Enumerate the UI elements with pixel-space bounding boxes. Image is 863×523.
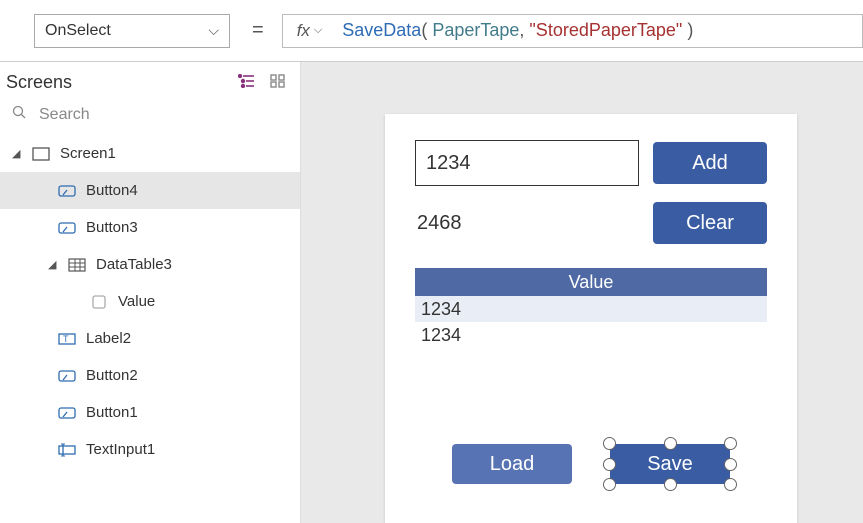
- formula-arg1: PaperTape: [432, 20, 519, 40]
- table-row[interactable]: 1234: [415, 322, 767, 348]
- datatable-icon: [68, 257, 86, 273]
- tree-item-label: Button2: [86, 367, 138, 384]
- tree-item-button1[interactable]: Button1: [0, 394, 300, 431]
- clear-button[interactable]: Clear: [653, 202, 767, 244]
- resize-handle[interactable]: [724, 437, 737, 450]
- button-icon: [58, 368, 76, 384]
- search-icon: [12, 105, 27, 125]
- tree-view-icon[interactable]: [238, 72, 256, 93]
- chevron-down-icon: ⌵: [314, 24, 322, 37]
- resize-handle[interactable]: [603, 437, 616, 450]
- textinput-icon: [58, 442, 76, 458]
- label-icon: T: [58, 331, 76, 347]
- search-input[interactable]: [37, 105, 284, 125]
- fx-icon[interactable]: fx⌵: [283, 21, 329, 41]
- button-icon: [58, 183, 76, 199]
- caret-down-icon: ◢: [48, 258, 58, 271]
- textinput1-control[interactable]: 1234: [415, 140, 639, 186]
- resize-handle[interactable]: [724, 458, 737, 471]
- tree-item-label: Button4: [86, 182, 138, 199]
- formula-function: SaveData: [342, 20, 421, 40]
- property-dropdown[interactable]: OnSelect ⌵: [34, 14, 230, 48]
- tree-item-screen1[interactable]: ◢ Screen1: [0, 135, 300, 172]
- tree-item-textinput1[interactable]: TextInput1: [0, 431, 300, 468]
- tree-item-label: DataTable3: [96, 256, 172, 273]
- tree-item-button3[interactable]: Button3: [0, 209, 300, 246]
- datatable3-control[interactable]: Value 1234 1234: [415, 268, 767, 348]
- svg-text:T: T: [63, 334, 69, 344]
- resize-handle[interactable]: [724, 478, 737, 491]
- panel-title: Screens: [6, 72, 72, 93]
- formula-arg2: "StoredPaperTape": [529, 20, 682, 40]
- caret-down-icon: ◢: [12, 147, 22, 160]
- column-icon: [90, 294, 108, 310]
- selected-control-wrapper[interactable]: Save: [610, 444, 730, 484]
- tree-item-datatable3[interactable]: ◢ DataTable3: [0, 246, 300, 283]
- button-icon: [58, 220, 76, 236]
- textinput1-value: 1234: [426, 152, 471, 175]
- resize-handle[interactable]: [664, 478, 677, 491]
- tree-item-label: TextInput1: [86, 441, 155, 458]
- thumbnail-view-icon[interactable]: [270, 72, 286, 93]
- tree-item-button4[interactable]: Button4: [0, 172, 300, 209]
- formula-bar[interactable]: fx⌵ SaveData( PaperTape, "StoredPaperTap…: [282, 14, 863, 48]
- tree-item-button2[interactable]: Button2: [0, 357, 300, 394]
- load-button[interactable]: Load: [452, 444, 572, 484]
- property-dropdown-value: OnSelect: [45, 22, 111, 40]
- canvas-area[interactable]: 1234 Add 2468 Clear Value 1234 1234 Load…: [300, 62, 863, 523]
- table-row[interactable]: 1234: [415, 296, 767, 322]
- tree-item-label2[interactable]: T Label2: [0, 320, 300, 357]
- resize-handle[interactable]: [603, 458, 616, 471]
- formula-text: SaveData( PaperTape, "StoredPaperTape" ): [328, 20, 693, 41]
- tree-item-label: Value: [118, 293, 155, 310]
- app-preview: 1234 Add 2468 Clear Value 1234 1234 Load…: [385, 114, 797, 523]
- tree-item-value-column[interactable]: Value: [0, 283, 300, 320]
- button-icon: [58, 405, 76, 421]
- chevron-down-icon: ⌵: [208, 22, 219, 39]
- table-header: Value: [415, 268, 767, 296]
- resize-handle[interactable]: [603, 478, 616, 491]
- tree-item-label: Label2: [86, 330, 131, 347]
- add-button[interactable]: Add: [653, 142, 767, 184]
- equals-sign: =: [252, 19, 264, 42]
- tree-item-label: Button1: [86, 404, 138, 421]
- label2-control: 2468: [415, 212, 639, 235]
- screen-icon: [32, 146, 50, 162]
- resize-handle[interactable]: [664, 437, 677, 450]
- tree-item-label: Screen1: [60, 145, 116, 162]
- tree-item-label: Button3: [86, 219, 138, 236]
- tree-view-panel: Screens ◢ Screen1: [0, 62, 300, 523]
